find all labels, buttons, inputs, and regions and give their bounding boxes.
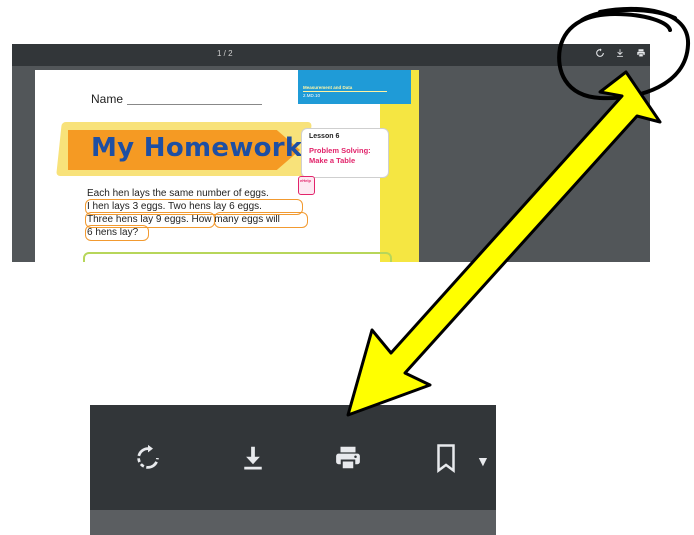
- annotation-overlay: [346, 6, 691, 417]
- double-arrow: [346, 70, 662, 417]
